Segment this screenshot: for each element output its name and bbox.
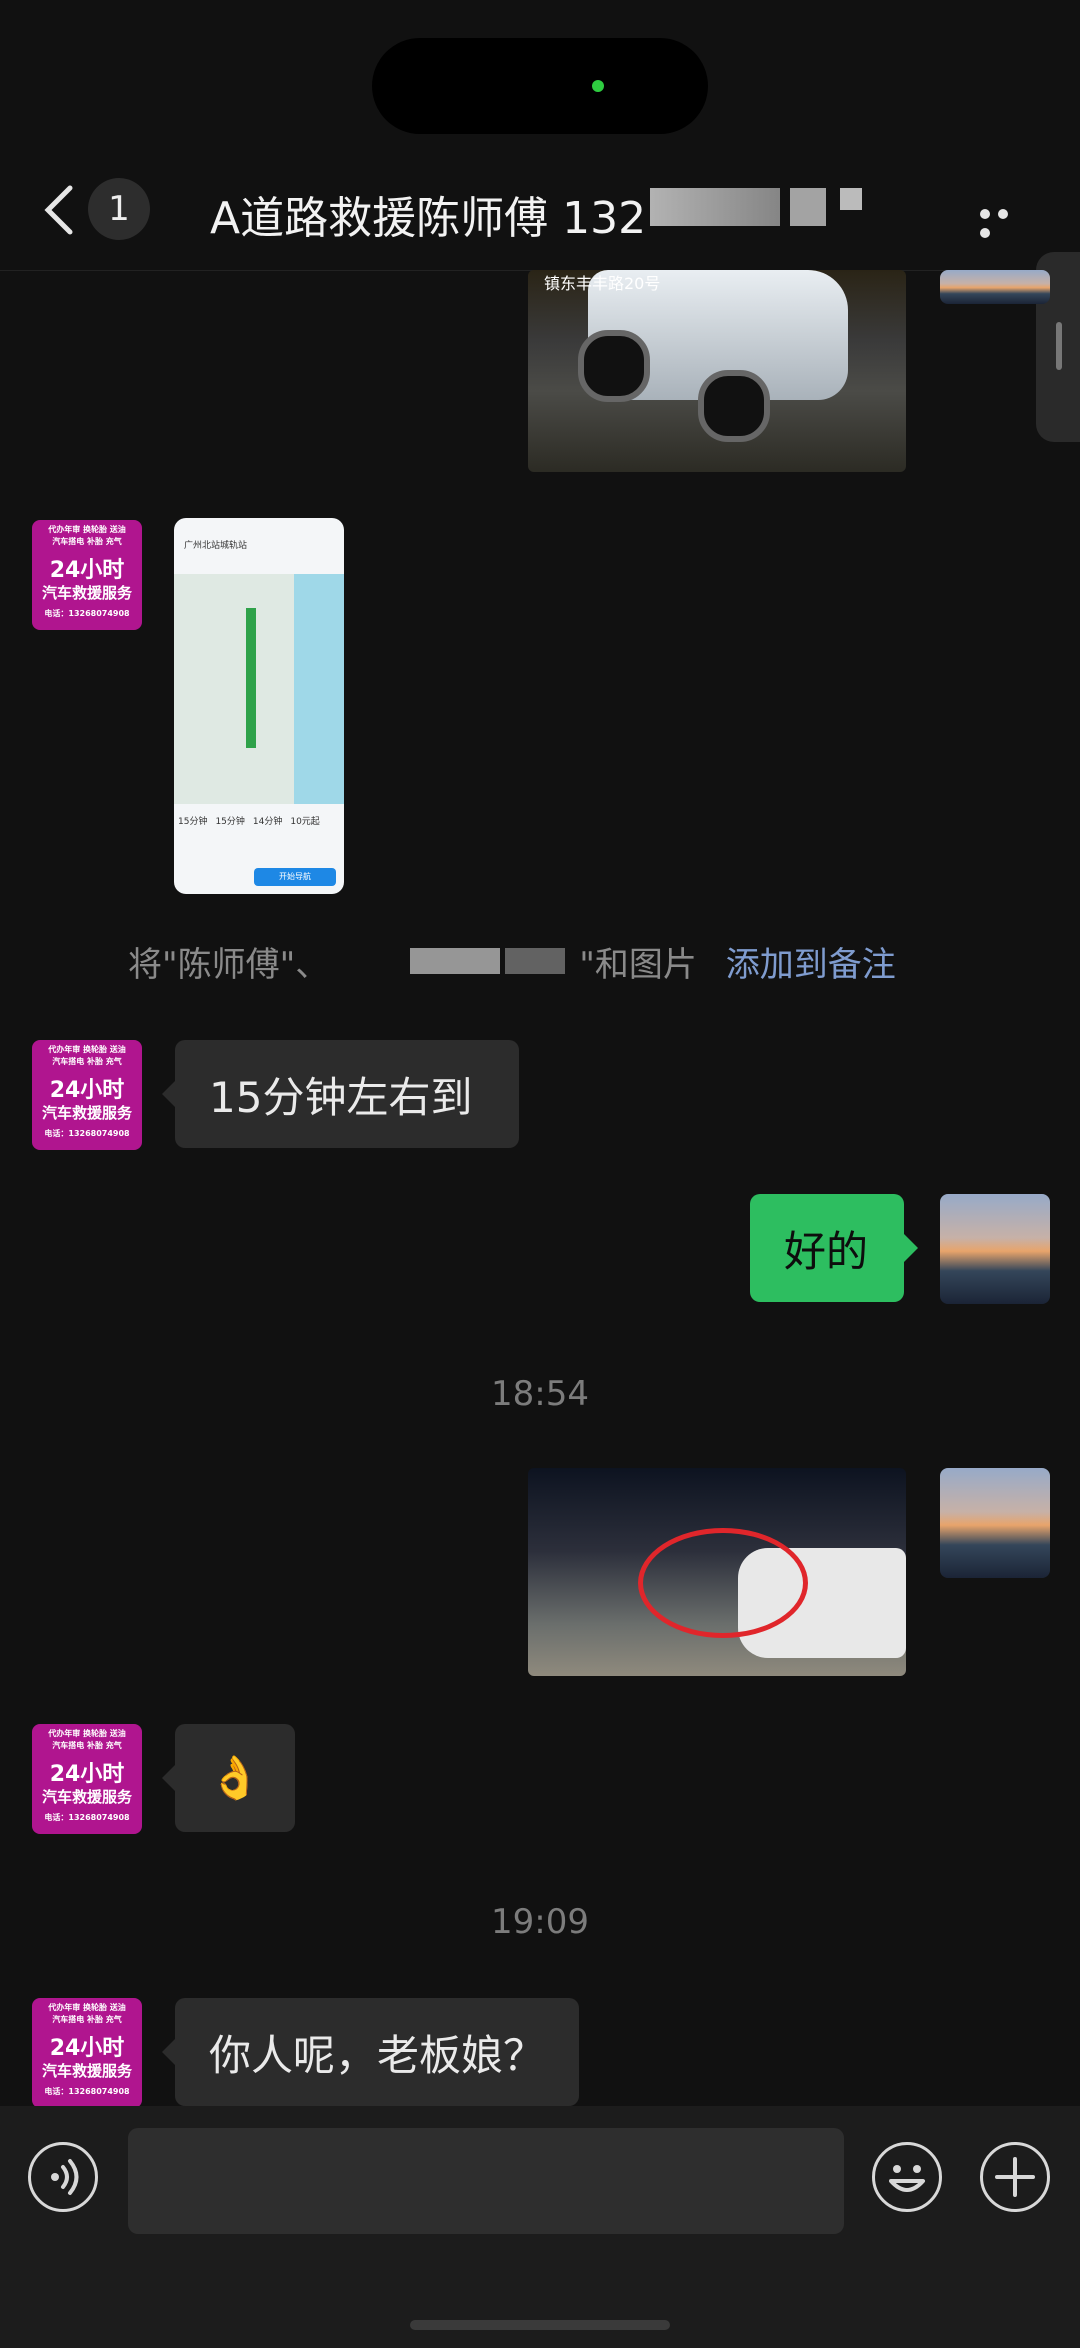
- message-bubble[interactable]: 👌: [175, 1724, 295, 1832]
- emoji-icon[interactable]: [872, 2142, 942, 2212]
- car-wheel: [578, 330, 650, 402]
- message-bubble[interactable]: 好的: [750, 1194, 904, 1302]
- map-river: [294, 574, 344, 804]
- self-avatar[interactable]: [940, 270, 1050, 304]
- camera-indicator-dot: [592, 80, 604, 92]
- car-wheel: [698, 370, 770, 442]
- message-input[interactable]: [128, 2128, 844, 2234]
- red-circle-annotation: [638, 1528, 808, 1638]
- timestamp: 19:09: [491, 1902, 589, 1942]
- self-avatar[interactable]: [940, 1468, 1050, 1578]
- unread-count-badge[interactable]: 1: [88, 178, 150, 240]
- dynamic-island: [372, 38, 708, 134]
- redaction-blur: [505, 948, 565, 974]
- self-avatar[interactable]: [940, 1194, 1050, 1304]
- map-screenshot-message[interactable]: 广州北站城轨站 15分钟 15分钟 14分钟 10元起 开始导航: [174, 518, 344, 894]
- message-bubble[interactable]: 15分钟左右到: [175, 1040, 519, 1148]
- back-icon[interactable]: [40, 184, 80, 236]
- redaction-blur: [650, 188, 780, 226]
- redaction-blur: [840, 188, 862, 210]
- bubble-tail: [162, 2038, 176, 2066]
- photo-caption: 镇东丰丰路20号: [544, 274, 661, 293]
- contact-avatar[interactable]: 代办年审 换轮胎 送油 汽车搭电 补胎 充气 24小时 汽车救援服务 电话：13…: [32, 1040, 142, 1150]
- redaction-blur: [790, 188, 826, 226]
- voice-icon[interactable]: [28, 2142, 98, 2212]
- route-options: 15分钟 15分钟 14分钟 10元起: [178, 817, 320, 827]
- map-route-line: [246, 608, 256, 748]
- contact-avatar[interactable]: 代办年审 换轮胎 送油 汽车搭电 补胎 充气 24小时 汽车救援服务 电话：13…: [32, 1724, 142, 1834]
- contact-avatar[interactable]: 代办年审 换轮胎 送油 汽车搭电 补胎 充气 24小时 汽车救援服务 电话：13…: [32, 520, 142, 630]
- contact-avatar[interactable]: 代办年审 换轮胎 送油 汽车搭电 补胎 充气 24小时 汽车救援服务 电话：13…: [32, 1998, 142, 2108]
- bubble-tail: [162, 1080, 176, 1108]
- start-navigation-button: 开始导航: [254, 868, 336, 886]
- home-indicator: [410, 2320, 670, 2330]
- bubble-tail: [904, 1234, 918, 1262]
- add-to-remark-link[interactable]: 添加到备注: [726, 945, 896, 985]
- plus-icon[interactable]: [980, 2142, 1050, 2212]
- street-photo-message[interactable]: [528, 1468, 906, 1676]
- chat-title[interactable]: A道路救援陈师傅 132: [210, 182, 646, 246]
- redaction-blur: [410, 948, 500, 974]
- more-options-icon[interactable]: [980, 204, 1030, 238]
- message-bubble[interactable]: 你人呢，老板娘？: [175, 1998, 579, 2106]
- timestamp: 18:54: [491, 1374, 589, 1414]
- car-photo-message[interactable]: 镇东丰丰路20号: [528, 270, 906, 472]
- bubble-tail: [162, 1764, 176, 1792]
